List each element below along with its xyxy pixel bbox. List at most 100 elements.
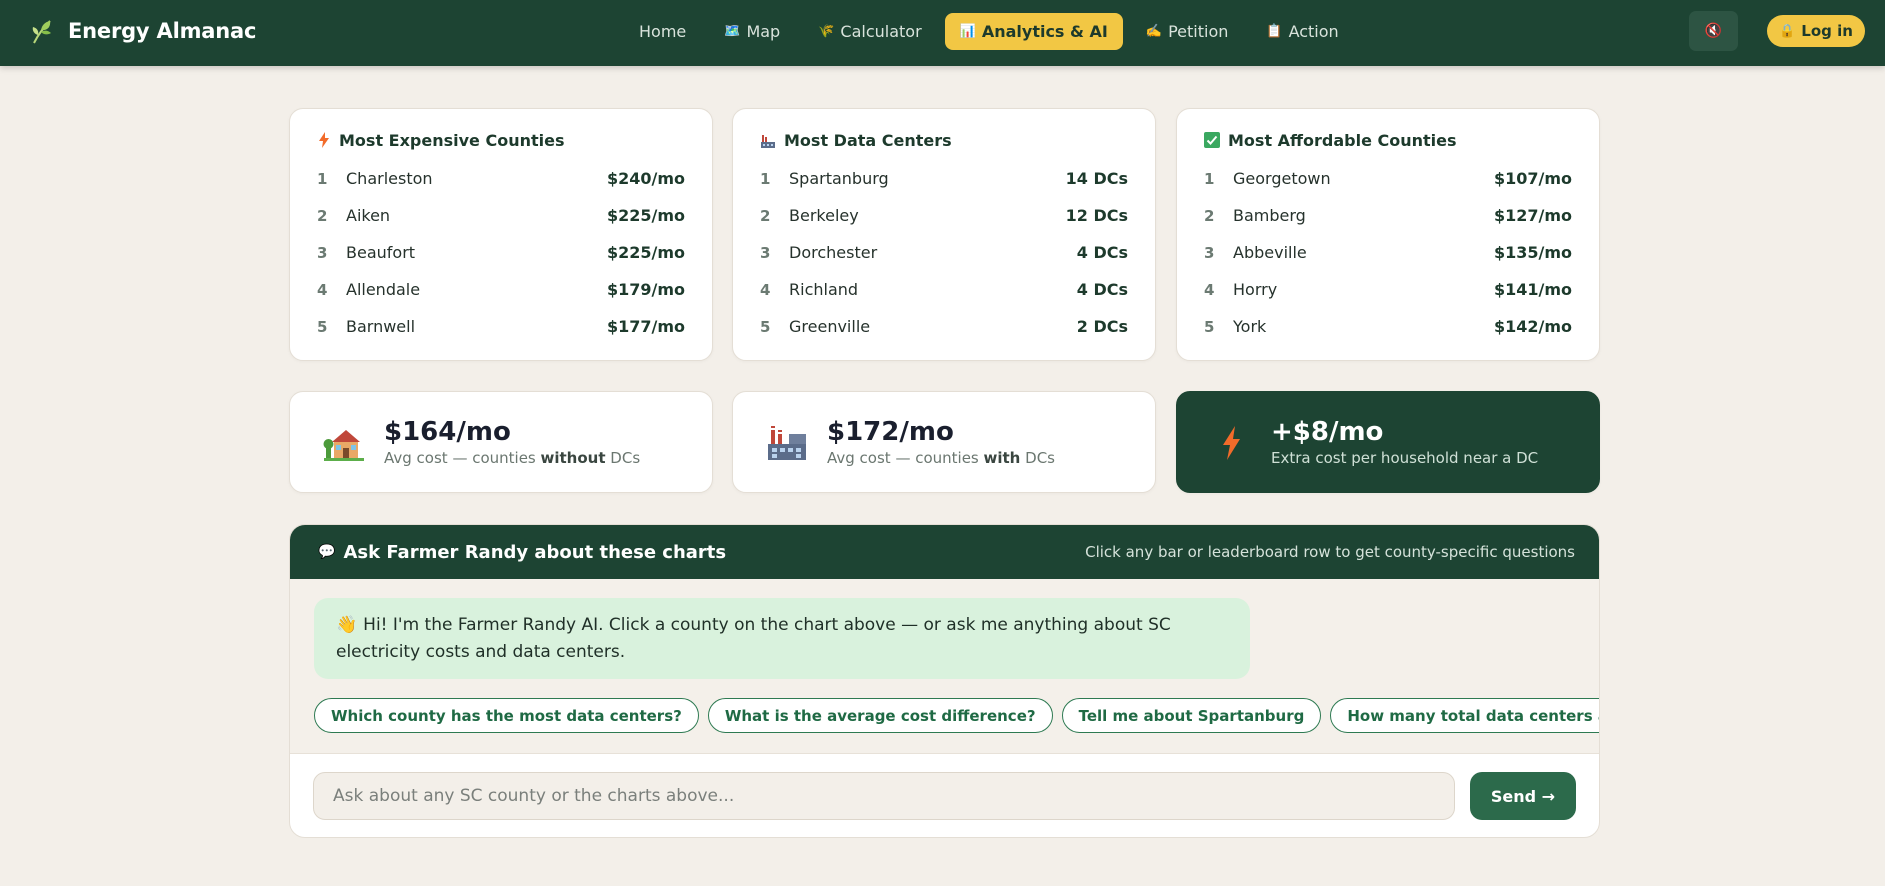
row-value: 14 DCs	[1065, 169, 1128, 188]
clipboard-icon: 📋	[1266, 24, 1283, 39]
chat-hint: Click any bar or leaderboard row to get …	[1085, 543, 1575, 561]
factory-icon	[761, 135, 775, 148]
leaderboard-row[interactable]: 1 Spartanburg 14 DCs	[760, 160, 1128, 197]
leaderboard-row[interactable]: 4 Allendale $179/mo	[317, 271, 685, 308]
brand-link[interactable]: Energy Almanac	[30, 17, 256, 45]
row-rank: 4	[1204, 280, 1215, 299]
leaderboard-row[interactable]: 1 Georgetown $107/mo	[1204, 160, 1572, 197]
ai-chat-panel: 💬 Ask Farmer Randy about these charts Cl…	[289, 524, 1600, 838]
row-value: $240/mo	[606, 169, 685, 188]
leaderboard-row[interactable]: 3 Dorchester 4 DCs	[760, 234, 1128, 271]
nav-map[interactable]: 🗺️ Map	[709, 13, 795, 50]
map-icon: 🗺️	[724, 24, 741, 39]
row-county: Berkeley	[789, 206, 859, 225]
leaderboard-most-expensive: Most Expensive Counties 1 Charleston $240/…	[289, 108, 713, 361]
lock-icon: 🔒	[1779, 23, 1796, 39]
row-county: Bamberg	[1233, 206, 1306, 225]
nav-home-label: Home	[639, 22, 687, 41]
suggestion-chip[interactable]: How many total data centers are in SC?	[1330, 698, 1599, 733]
stat-label: Extra cost per household near a DC	[1271, 449, 1539, 467]
row-county: Greenville	[789, 317, 871, 336]
nav-calculator[interactable]: 🌾 Calculator	[803, 13, 936, 50]
leaderboard-row[interactable]: 2 Bamberg $127/mo	[1204, 197, 1572, 234]
chat-title-text: Ask Farmer Randy about these charts	[343, 541, 727, 563]
row-rank: 5	[760, 317, 771, 336]
stat-card-without-dcs: $164/mo Avg cost — counties without DCs	[289, 391, 713, 493]
leaderboard-row[interactable]: 2 Aiken $225/mo	[317, 197, 685, 234]
stat-label-bold: without	[540, 449, 606, 467]
house-icon	[323, 430, 364, 461]
check-icon	[1204, 132, 1220, 148]
chat-messages: 👋 Hi! I'm the Farmer Randy AI. Click a co…	[290, 579, 1599, 754]
row-county: Horry	[1233, 280, 1278, 299]
nav-petition[interactable]: ✍️ Petition	[1131, 13, 1243, 50]
login-button[interactable]: 🔒 Log in	[1767, 15, 1865, 47]
row-rank: 5	[317, 317, 328, 336]
stat-label-pre: Avg cost — counties	[384, 449, 541, 467]
suggestion-chip[interactable]: What is the average cost difference?	[707, 698, 1053, 733]
row-rank: 2	[760, 206, 771, 225]
row-rank: 2	[1204, 206, 1215, 225]
bar-chart-icon: 📊	[959, 24, 976, 39]
nav-analytics[interactable]: 📊 Analytics & AI	[944, 13, 1123, 50]
leaderboard-most-data-centers: Most Data Centers 1 Spartanburg 14 DCs 2 Be…	[732, 108, 1156, 361]
leaderboard-title-text: Most Affordable Counties	[1228, 130, 1457, 150]
leaderboard-row[interactable]: 5 York $142/mo	[1204, 308, 1572, 345]
row-rank: 4	[317, 280, 328, 299]
send-button[interactable]: Send →	[1470, 772, 1576, 820]
row-value: $127/mo	[1493, 206, 1572, 225]
leaderboard-title-text: Most Data Centers	[784, 130, 952, 150]
row-county: Charleston	[346, 169, 433, 188]
row-value: 2 DCs	[1076, 317, 1128, 336]
row-value: $177/mo	[606, 317, 685, 336]
nav-home[interactable]: Home	[624, 13, 701, 50]
row-county: Aiken	[346, 206, 391, 225]
waving-hand-icon: 👋	[336, 615, 358, 635]
leaf-logo-icon	[32, 20, 51, 44]
leaderboard-row[interactable]: 4 Horry $141/mo	[1204, 271, 1572, 308]
leaderboard-row[interactable]: 2 Berkeley 12 DCs	[760, 197, 1128, 234]
row-rank: 1	[317, 169, 328, 188]
speech-bubble-icon: 💬	[318, 544, 336, 560]
row-value: $107/mo	[1493, 169, 1572, 188]
main-nav: Home 🗺️ Map 🌾 Calculator 📊 Analytics & A…	[624, 13, 1354, 50]
leaderboard-row[interactable]: 1 Charleston $240/mo	[317, 160, 685, 197]
row-rank: 2	[317, 206, 328, 225]
stat-value: +$8/mo	[1271, 417, 1384, 447]
leaderboard-row[interactable]: 5 Barnwell $177/mo	[317, 308, 685, 345]
stat-label-pre: Avg cost — counties	[827, 449, 984, 467]
leaderboard-title: Most Data Centers	[760, 129, 1128, 151]
ai-greeting-message: 👋 Hi! I'm the Farmer Randy AI. Click a co…	[314, 598, 1250, 679]
row-county: Georgetown	[1233, 169, 1331, 188]
mute-button[interactable]: 🔇	[1689, 11, 1738, 51]
nav-action[interactable]: 📋 Action	[1251, 13, 1353, 50]
writing-hand-icon: ✍️	[1145, 24, 1163, 39]
row-value: $225/mo	[606, 206, 685, 225]
row-rank: 3	[760, 243, 771, 262]
leaderboard-title: Most Affordable Counties	[1204, 129, 1572, 151]
leaderboard-row[interactable]: 4 Richland 4 DCs	[760, 271, 1128, 308]
chat-header: 💬 Ask Farmer Randy about these charts Cl…	[290, 525, 1599, 579]
nav-analytics-label: Analytics & AI	[981, 22, 1108, 41]
nav-petition-label: Petition	[1168, 22, 1229, 41]
row-county: Beaufort	[346, 243, 416, 262]
row-value: $141/mo	[1493, 280, 1572, 299]
suggestion-chip[interactable]: Which county has the most data centers?	[314, 698, 699, 733]
row-value: 4 DCs	[1076, 243, 1128, 262]
suggestion-chips: Which county has the most data centers? …	[314, 698, 1599, 733]
leaderboard-row[interactable]: 3 Abbeville $135/mo	[1204, 234, 1572, 271]
leaderboard-row[interactable]: 5 Greenville 2 DCs	[760, 308, 1128, 345]
greeting-text: Hi! I'm the Farmer Randy AI. Click a cou…	[336, 615, 1171, 662]
row-rank: 5	[1204, 317, 1215, 336]
row-value: 4 DCs	[1076, 280, 1128, 299]
leaderboard-title-text: Most Expensive Counties	[339, 130, 565, 150]
nav-map-label: Map	[746, 22, 781, 41]
factory-icon	[768, 426, 806, 460]
leaderboard-most-affordable: Most Affordable Counties 1 Georgetown $107…	[1176, 108, 1600, 361]
stat-value: $164/mo	[384, 417, 511, 447]
leaderboard-row[interactable]: 3 Beaufort $225/mo	[317, 234, 685, 271]
stat-label: Avg cost — counties with DCs	[827, 449, 1055, 467]
speaker-muted-icon: 🔇	[1704, 23, 1723, 39]
chat-input[interactable]	[313, 772, 1455, 820]
suggestion-chip[interactable]: Tell me about Spartanburg	[1061, 698, 1322, 733]
